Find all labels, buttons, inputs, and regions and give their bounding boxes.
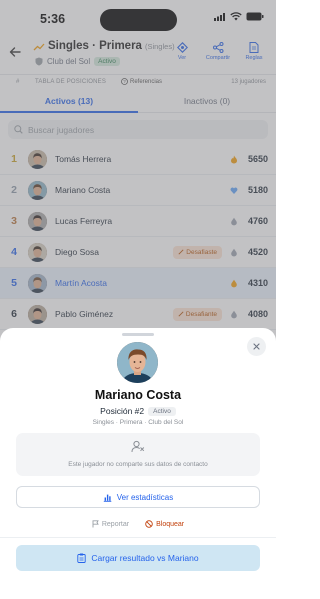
block-icon xyxy=(145,520,153,528)
player-context: Singles · Primera · Club del Sol xyxy=(92,419,184,426)
clipboard-icon xyxy=(77,553,87,563)
player-photo xyxy=(117,342,158,383)
player-position: Posición #2 xyxy=(100,406,145,416)
sheet-grabber[interactable] xyxy=(122,333,154,336)
submit-result-button[interactable]: Cargar resultado vs Mariano xyxy=(16,545,260,571)
sheet-divider xyxy=(0,537,276,538)
block-label: Bloquear xyxy=(156,520,185,528)
report-label: Reportar xyxy=(101,520,130,528)
view-stats-button[interactable]: Ver estadísticas xyxy=(16,486,260,508)
contact-notice-text: Este jugador no comparte sus datos de co… xyxy=(68,461,208,468)
moderation-actions: Reportar Bloquear xyxy=(0,520,276,528)
player-bottom-sheet: Mariano Costa Posición #2 Activo Singles… xyxy=(0,328,276,599)
player-avatar xyxy=(117,342,158,383)
submit-result-label: Cargar resultado vs Mariano xyxy=(91,553,199,563)
report-button[interactable]: Reportar xyxy=(92,520,129,528)
player-status-badge: Activo xyxy=(148,406,176,416)
contact-notice: Este jugador no comparte sus datos de co… xyxy=(16,433,260,476)
close-button[interactable] xyxy=(247,337,266,356)
player-position-row: Posición #2 Activo xyxy=(0,406,276,416)
player-name: Mariano Costa xyxy=(94,388,182,402)
flag-icon xyxy=(92,520,99,528)
block-button[interactable]: Bloquear xyxy=(145,520,184,528)
bar-chart-icon xyxy=(103,494,112,502)
view-stats-label: Ver estadísticas xyxy=(116,492,174,502)
close-icon xyxy=(253,343,260,350)
user-blocked-icon xyxy=(131,440,145,453)
